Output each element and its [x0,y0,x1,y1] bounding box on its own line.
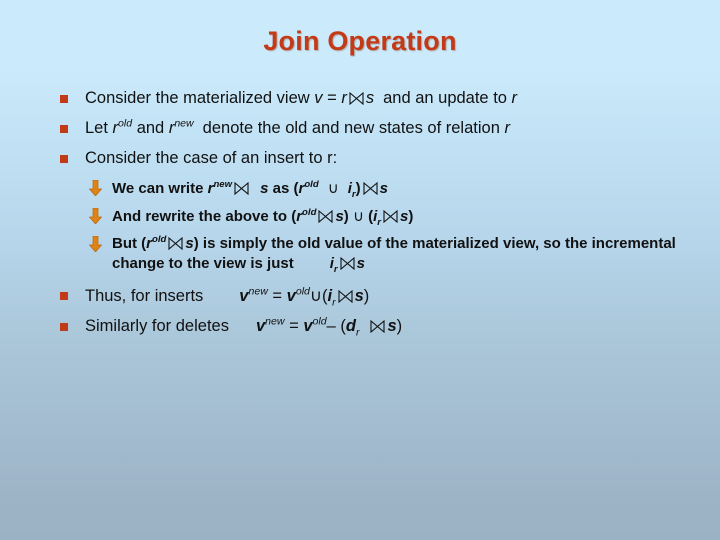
var-v-2: v [286,287,296,305]
conj-and: and [132,119,169,137]
superscript-new: new [174,117,194,130]
text-as: as ( [268,180,299,197]
join-bowtie-icon [370,320,386,333]
join-bowtie-icon [338,290,353,303]
subscript-r: r [332,296,336,309]
square-bullet-icon [60,292,68,300]
equals-sign: = [284,317,304,335]
down-arrow-bullet-icon [88,207,103,225]
superscript-old: old [304,179,319,190]
sub-bullet-but-old-value: But (rold s) is simply the old value of t… [0,234,720,274]
var-d: d [345,317,356,335]
join-bowtie-icon-2 [363,182,378,195]
sub-bullet-text: But ( [112,235,147,252]
var-s: s [185,235,194,252]
superscript-old: old [302,207,317,218]
join-bowtie-icon [349,92,364,105]
paren-close: ) [363,287,370,305]
var-s: s [365,89,375,107]
superscript-new: new [265,315,285,328]
down-arrow-bullet-icon [88,235,103,253]
superscript-old: old [118,117,133,130]
union-symbol: ∪ [327,179,339,197]
var-v: v [255,317,266,335]
paren-close-1: ) [343,208,353,225]
sub-bullet-text: And rewrite the above to ( [112,208,297,225]
var-v-2: v [303,317,313,335]
square-bullet-icon [60,95,68,103]
bullet-item-old-new-states: Let rold and rnew denote the old and new … [0,118,720,139]
minus-paren: – ( [326,317,346,335]
subscript-r: r [377,217,382,228]
superscript-old: old [295,285,310,298]
var-s-2: s [379,180,388,197]
var-s: s [335,208,344,225]
slide-canvas: Join Operation Consider the materialized… [0,0,720,540]
bullet-text: Let [85,119,113,137]
superscript-old: old [312,315,327,328]
join-bowtie-icon [318,210,333,223]
equals-sign: = [322,89,342,107]
bullet-item-consider-view: Consider the materialized view v = r s and… [0,88,720,109]
superscript-new: new [248,285,268,298]
var-s: s [387,317,397,335]
paren-close-2: ) [408,208,414,225]
union-symbol: ∪ [309,286,322,305]
join-bowtie-icon [234,182,249,195]
join-bowtie-icon [168,237,183,250]
sub-bullet-and-rewrite: And rewrite the above to (rold s) ∪ (ir s) [0,206,720,227]
subscript-r: r [355,326,360,339]
square-bullet-icon [60,125,68,133]
subscript-r: r [333,264,338,275]
superscript-old: old [152,234,167,245]
sub-bullet-text: We can write [112,180,208,197]
sub-bullet-text-cont: ) is simply the old value of the materia… [193,235,588,252]
square-bullet-icon [60,155,68,163]
bullet-text: Consider the materialized view [85,89,315,107]
join-bowtie-icon-2 [340,257,355,270]
sub-bullet-we-can-write: We can write rnew s as (rold ∪ ir) s [0,178,720,199]
bullet-item-insert-case: Consider the case of an insert to r: [0,148,720,169]
paren-close: ) [396,317,403,335]
bullet-text-cont: and an update to [383,89,512,107]
slide-body: Consider the materialized view v = r s and… [0,88,720,346]
var-s: s [354,287,364,305]
paren-open-2: ( [363,208,374,225]
var-r-2: r [511,89,518,107]
slide-title: Join Operation [263,26,457,56]
bullet-text: Consider the case of an insert to r: [85,149,338,167]
bullet-text: Similarly for deletes [85,317,229,335]
var-r-3: r [504,119,510,137]
var-r: r [341,89,347,107]
join-bowtie-icon-2 [383,210,398,223]
var-s-2: s [356,255,365,272]
bullet-text-cont: denote the old and new states of relatio… [202,119,505,137]
square-bullet-icon [60,323,68,331]
superscript-new: new [213,179,233,190]
union-symbol: ∪ [352,207,364,225]
equals-sign: = [267,287,287,305]
paren-close: ) [355,180,361,197]
bullet-item-similarly-for-deletes: Similarly for deletes vnew = vold– (dr s) [0,315,720,339]
var-v: v [314,89,323,107]
bullet-item-thus-for-inserts: Thus, for inserts vnew = vold∪(ir s) [0,285,720,309]
down-arrow-bullet-icon [88,179,103,197]
bullet-text: Thus, for inserts [85,287,204,305]
